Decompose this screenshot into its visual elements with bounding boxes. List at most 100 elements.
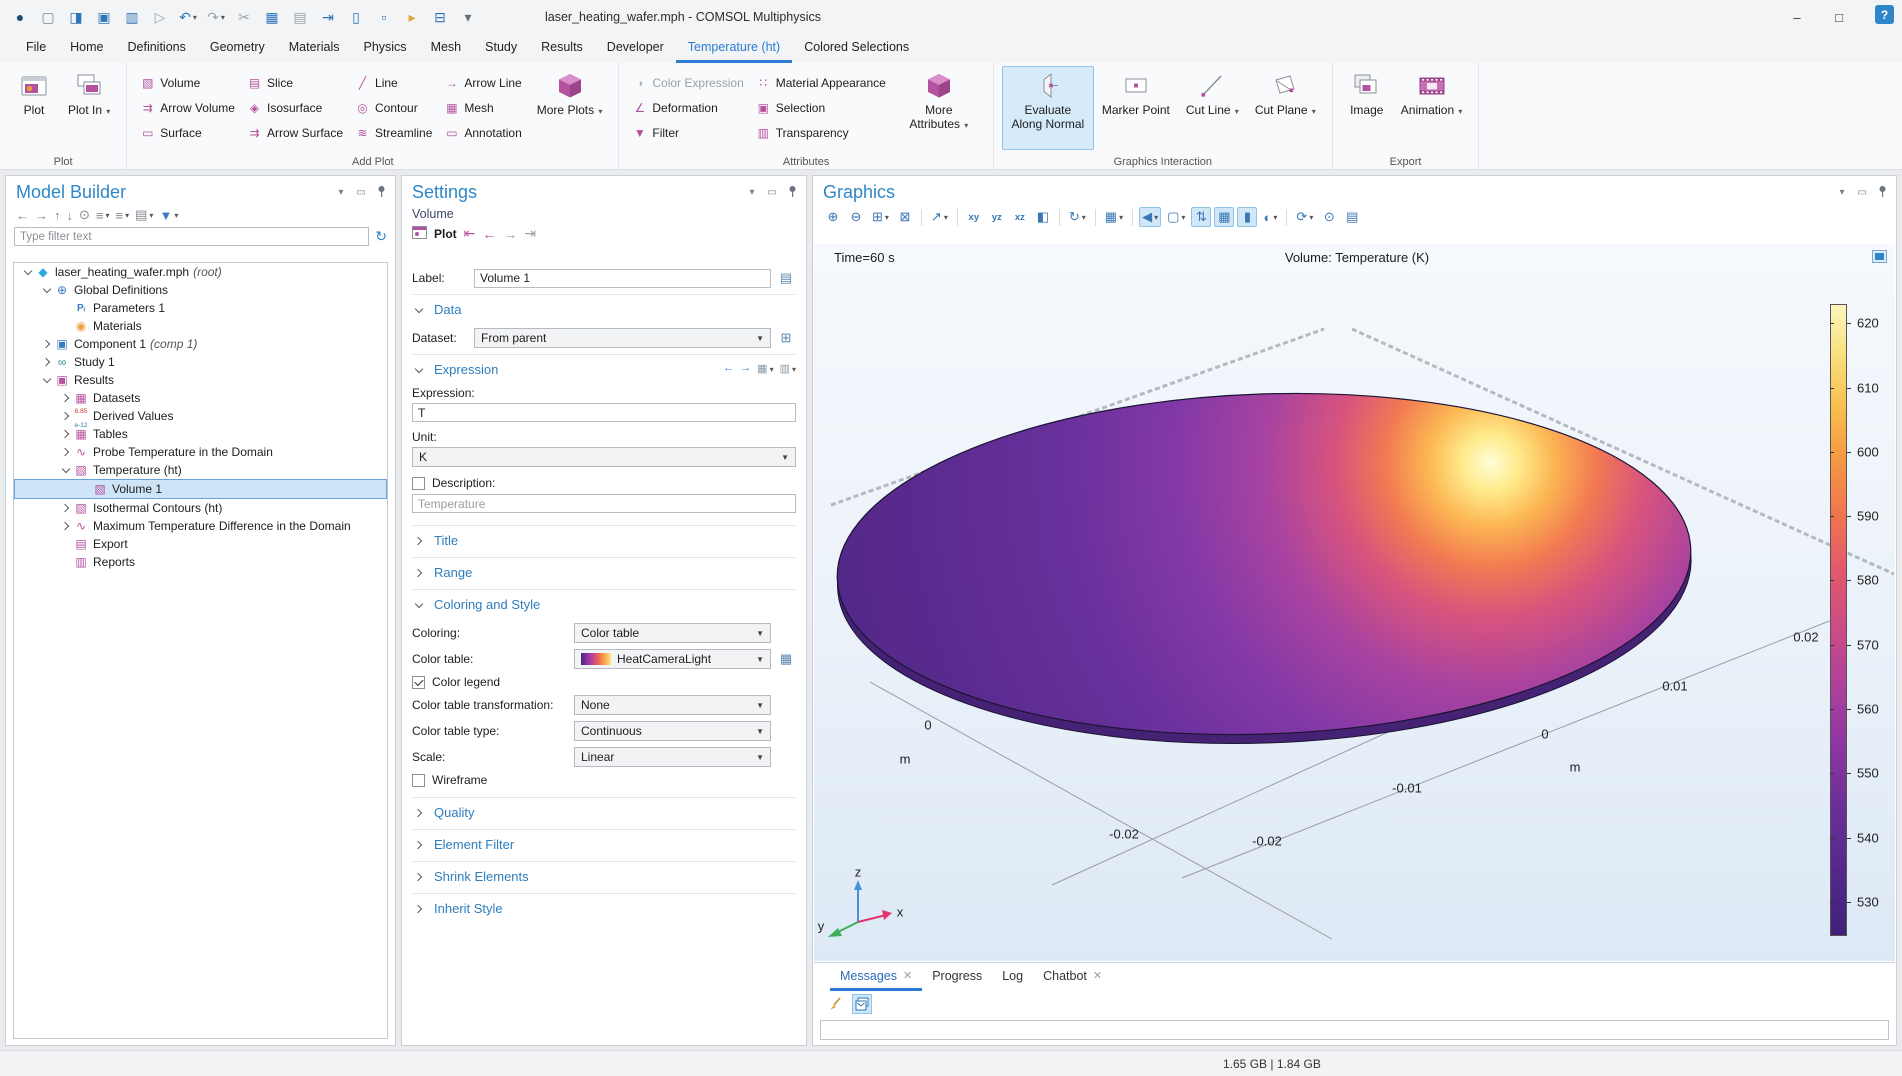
chevron-right-icon[interactable]: [40, 355, 54, 369]
tab-developer[interactable]: Developer: [595, 34, 676, 63]
minimize-button[interactable]: –: [1776, 0, 1818, 34]
zoom-extents-button[interactable]: ⊠: [895, 207, 915, 227]
show-message-window-icon[interactable]: [852, 994, 872, 1014]
chevron-right-icon[interactable]: [59, 501, 73, 515]
ribbon-button-selection[interactable]: ▣Selection: [751, 95, 891, 120]
show-grid-button[interactable]: ▦: [1214, 207, 1234, 227]
color-table-transformation-select[interactable]: None▼: [574, 695, 771, 715]
undo-icon[interactable]: ↶ ▾: [176, 5, 200, 29]
tree-item-isothermal-contours-ht[interactable]: ▧Isothermal Contours (ht): [14, 499, 387, 517]
prev-expression-icon[interactable]: ←: [723, 362, 734, 375]
move-down-button[interactable]: ↓: [67, 208, 74, 223]
tree-item-laser-heating-wafer-mph[interactable]: ◆laser_heating_wafer.mph(root): [14, 263, 387, 281]
ribbon-button-cut-line[interactable]: Cut Line ▾: [1178, 66, 1247, 150]
sound-button[interactable]: ◀▾: [1139, 207, 1161, 227]
maximize-button[interactable]: □: [1818, 0, 1860, 34]
tab-study[interactable]: Study: [473, 34, 529, 63]
open-file-icon[interactable]: ◨: [64, 5, 88, 29]
settings-plot-button[interactable]: Plot: [434, 227, 457, 241]
tree-item-global-definitions[interactable]: ⊕Global Definitions: [14, 281, 387, 299]
tree-item-volume-1[interactable]: ▧Volume 1: [14, 479, 387, 499]
tab-mesh[interactable]: Mesh: [419, 34, 474, 63]
first-step-icon[interactable]: ⇤: [464, 225, 476, 242]
appearance-button[interactable]: ◐▾: [1260, 207, 1280, 227]
tree-item-export[interactable]: ▤Export: [14, 535, 387, 553]
section-data[interactable]: Data: [412, 294, 796, 322]
float-panel-icon[interactable]: ▭: [766, 187, 778, 198]
section-expression[interactable]: Expression ← → ▦▾ ▥▾: [412, 354, 796, 382]
import-icon[interactable]: ⇥: [316, 5, 340, 29]
transparency-toggle-button[interactable]: ▢▾: [1164, 207, 1188, 227]
pin-icon[interactable]: [1876, 185, 1888, 200]
chevron-down-icon[interactable]: [21, 265, 35, 279]
label-field[interactable]: [474, 269, 771, 288]
tab-log[interactable]: Log: [992, 963, 1033, 991]
ribbon-button-material-appearance[interactable]: ∷Material Appearance: [751, 70, 891, 95]
chevron-right-icon[interactable]: [59, 519, 73, 533]
description-checkbox[interactable]: [412, 477, 425, 490]
ribbon-button-volume[interactable]: ▧Volume: [135, 70, 240, 95]
dataset-select[interactable]: From parent▼: [474, 328, 771, 348]
go-to-xz-view-button[interactable]: xz: [1010, 207, 1030, 227]
unit-select[interactable]: K▼: [412, 447, 796, 467]
tab-results[interactable]: Results: [529, 34, 595, 63]
node-text-button[interactable]: ▤▾: [135, 207, 153, 223]
color-table-editor-icon[interactable]: ▦: [776, 649, 796, 669]
tree-item-results[interactable]: ▣Results: [14, 371, 387, 389]
tab-temperature-ht[interactable]: Temperature (ht): [676, 34, 792, 63]
go-to-yz-view-button[interactable]: yz: [987, 207, 1007, 227]
tree-item-parameters-1[interactable]: PᵢParameters 1: [14, 299, 387, 317]
copy-icon[interactable]: ▦: [260, 5, 284, 29]
insert-expression-icon[interactable]: ▦▾: [757, 362, 773, 375]
go-to-xy-view-button[interactable]: xy: [964, 207, 984, 227]
go-to-default-view-button[interactable]: ↗▾: [928, 207, 951, 227]
next-step-icon[interactable]: →: [503, 226, 517, 242]
show-axes-button[interactable]: ⇅: [1191, 207, 1211, 227]
tree-item-temperature-ht[interactable]: ▧Temperature (ht): [14, 461, 387, 479]
description-input[interactable]: [412, 494, 796, 513]
chevron-right-icon[interactable]: [59, 391, 73, 405]
expression-menu-icon[interactable]: ▥▾: [780, 362, 796, 375]
forward-button[interactable]: →: [35, 208, 48, 223]
refresh-icon[interactable]: ↻: [375, 228, 387, 245]
ribbon-button-surface[interactable]: ▭Surface: [135, 120, 240, 145]
section-inherit-style[interactable]: Inherit Style: [412, 893, 796, 921]
print-button[interactable]: ▤: [1342, 207, 1362, 227]
tree-item-derived-values[interactable]: 8.85e-12Derived Values: [14, 407, 387, 425]
tree-item-materials[interactable]: ◉Materials: [14, 317, 387, 335]
ribbon-button-filter[interactable]: ▼Filter: [627, 120, 748, 145]
tab-chatbot[interactable]: Chatbot✕: [1033, 963, 1112, 991]
tree-filter-input[interactable]: [14, 227, 369, 246]
zoom-out-button[interactable]: ⊖: [846, 207, 866, 227]
ribbon-button-plot-in[interactable]: Plot In ▾: [60, 66, 118, 150]
section-quality[interactable]: Quality: [412, 797, 796, 825]
section-range[interactable]: Range: [412, 557, 796, 585]
ribbon-button-isosurface[interactable]: ◈Isosurface: [242, 95, 348, 120]
ribbon-button-color-expression[interactable]: ◑Color Expression: [627, 70, 748, 95]
tab-definitions[interactable]: Definitions: [116, 34, 198, 63]
help-button[interactable]: ?: [1875, 5, 1894, 24]
ribbon-button-deformation[interactable]: ∠Deformation: [627, 95, 748, 120]
tree-item-probe-temperature-in-the-domain[interactable]: ∿Probe Temperature in the Domain: [14, 443, 387, 461]
panel-menu-icon[interactable]: ▾: [335, 187, 347, 198]
close-icon[interactable]: ✕: [903, 969, 912, 982]
pin-icon[interactable]: [786, 185, 798, 200]
chevron-right-icon[interactable]: [40, 337, 54, 351]
paste-icon[interactable]: ▤: [288, 5, 312, 29]
tab-colored-selections[interactable]: Colored Selections: [792, 34, 921, 63]
zoom-in-button[interactable]: ⊕: [823, 207, 843, 227]
chevron-down-icon[interactable]: [40, 373, 54, 387]
rename-icon[interactable]: ▤: [776, 268, 796, 288]
ribbon-button-marker-point[interactable]: Marker Point: [1094, 66, 1178, 150]
run-icon[interactable]: ▷: [148, 5, 172, 29]
scene-settings-button[interactable]: ▦▾: [1102, 207, 1126, 227]
ribbon-button-contour[interactable]: ◎Contour: [350, 95, 437, 120]
float-panel-icon[interactable]: ▭: [355, 187, 367, 198]
previous-step-icon[interactable]: ←: [482, 226, 496, 242]
tab-materials[interactable]: Materials: [277, 34, 352, 63]
color-table-select[interactable]: HeatCameraLight▼: [574, 649, 771, 669]
tree-item-reports[interactable]: ▥Reports: [14, 553, 387, 571]
app-icon[interactable]: ●: [8, 5, 32, 29]
ribbon-button-cut-plane[interactable]: Cut Plane ▾: [1247, 66, 1324, 150]
pin-icon[interactable]: [375, 185, 387, 200]
